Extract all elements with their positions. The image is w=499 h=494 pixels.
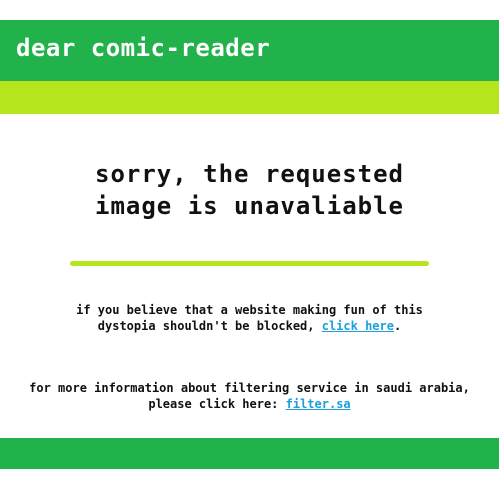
footer-bar <box>0 438 499 469</box>
filter-sa-link[interactable]: filter.sa <box>286 397 351 411</box>
unblock-notice: if you believe that a website making fun… <box>0 302 499 334</box>
page-title: dear comic-reader <box>16 33 271 62</box>
headline-line-1: sorry, the requested <box>95 160 404 188</box>
accent-bar <box>0 81 499 114</box>
info-line-2-text: please click here: <box>148 397 286 411</box>
notice-line-2-suffix: . <box>393 319 402 333</box>
info-line-1: for more information about filtering ser… <box>29 381 470 395</box>
main-content: sorry, the requested image is unavaliabl… <box>0 114 499 438</box>
info-line-2: please click here: filter.sa <box>0 396 499 412</box>
notice-line-2: dystopia shouldn't be blocked, click her… <box>0 318 499 334</box>
header-bar: dear comic-reader <box>0 20 499 81</box>
top-spacer <box>0 0 499 20</box>
error-headline: sorry, the requested image is unavaliabl… <box>0 158 499 222</box>
divider <box>70 261 429 266</box>
filtering-info: for more information about filtering ser… <box>0 380 499 412</box>
notice-line-1: if you believe that a website making fun… <box>76 303 423 317</box>
notice-line-2-text: dystopia shouldn't be blocked, <box>97 319 322 333</box>
click-here-link[interactable]: click here <box>322 319 394 333</box>
headline-line-2: image is unavaliable <box>95 192 404 220</box>
